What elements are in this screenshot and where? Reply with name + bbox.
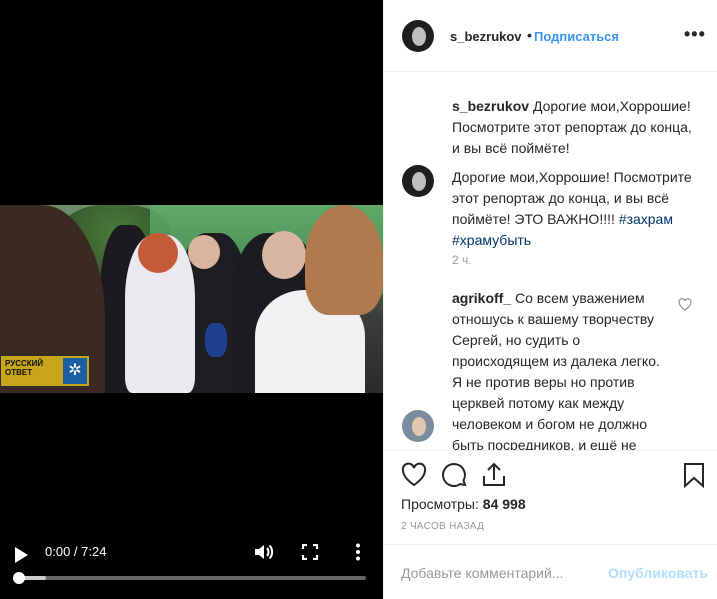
comment-bubble-icon[interactable] — [440, 461, 468, 489]
list-item: Дорогие мои,Хоррошие! Посмотрите этот ре… — [452, 167, 702, 251]
post-header: s_bezrukov • Подписаться ••• — [384, 0, 717, 72]
channel-logo-mark: ✲ — [63, 358, 87, 384]
comment-input[interactable]: Добавьте комментарий... — [401, 565, 563, 581]
scene-person — [305, 205, 383, 315]
post-actions — [384, 450, 717, 498]
post-sidebar: s_bezrukov • Подписаться ••• s_bezrukov … — [383, 0, 717, 599]
follow-button[interactable]: Подписаться — [534, 29, 619, 44]
share-icon[interactable] — [480, 461, 508, 489]
views-count: Просмотры: 84 998 — [401, 496, 526, 512]
volume-icon[interactable] — [254, 543, 274, 561]
caption-username[interactable]: s_bezrukov — [452, 98, 529, 114]
channel-logo: РУССКИЙ ОТВЕТ ✲ — [0, 355, 90, 387]
scene-person — [188, 235, 220, 269]
video-scrubber-handle[interactable] — [13, 572, 25, 584]
bookmark-icon[interactable] — [680, 461, 708, 489]
scene-person — [262, 231, 306, 279]
comment-text: Со всем уважением отношусь к вашему твор… — [452, 290, 660, 450]
avatar[interactable] — [402, 165, 434, 197]
scene-person — [138, 233, 178, 273]
comments-list[interactable]: s_bezrukov Дорогие мои,Хоррошие! Посмотр… — [384, 73, 717, 450]
avatar[interactable] — [402, 410, 434, 442]
video-frame[interactable]: РУССКИЙ ОТВЕТ ✲ — [0, 205, 383, 393]
comment-timestamp[interactable]: 2 ч. — [452, 253, 472, 267]
avatar[interactable] — [402, 20, 434, 52]
more-vert-icon[interactable] — [352, 543, 364, 561]
video-progress-bar[interactable] — [13, 572, 366, 584]
post-timestamp[interactable]: 2 ЧАСОВ НАЗАД — [401, 521, 484, 532]
add-comment-bar: Добавьте комментарий... Опубликовать — [384, 544, 717, 599]
post-caption: s_bezrukov Дорогие мои,Хоррошие! Посмотр… — [452, 96, 702, 159]
post-comment-button[interactable]: Опубликовать — [608, 565, 708, 581]
separator-dot: • — [527, 27, 532, 43]
channel-logo-text: РУССКИЙ ОТВЕТ — [5, 359, 44, 377]
more-options-icon[interactable]: ••• — [684, 24, 706, 45]
scene-microphone — [205, 323, 227, 357]
comment-username[interactable]: agrikoff_ — [452, 290, 511, 306]
video-player[interactable]: РУССКИЙ ОТВЕТ ✲ 0:00 / 7:24 — [0, 0, 383, 599]
username-link[interactable]: s_bezrukov — [450, 29, 522, 44]
play-icon[interactable] — [15, 547, 28, 563]
video-time: 0:00 / 7:24 — [45, 544, 107, 559]
fullscreen-icon[interactable] — [302, 544, 318, 560]
like-comment-heart-icon[interactable] — [678, 298, 692, 311]
like-heart-icon[interactable] — [400, 461, 428, 489]
list-item: agrikoff_ Со всем уважением отношусь к в… — [452, 288, 672, 450]
views-label: Просмотры: — [401, 496, 479, 512]
views-number: 84 998 — [482, 496, 526, 512]
